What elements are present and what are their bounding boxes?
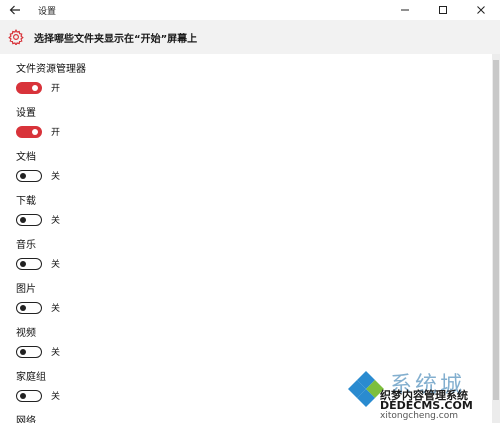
item-label: 设置 <box>16 108 36 119</box>
list-item: 图片 关 <box>16 283 60 314</box>
item-label: 视频 <box>16 328 36 339</box>
watermark: 系统城 织梦内容管理系统 DEDECMS.COM xitongcheng.com <box>340 363 500 423</box>
item-label: 图片 <box>16 284 36 295</box>
gear-icon <box>8 29 24 45</box>
item-label: 家庭组 <box>16 372 46 383</box>
toggle-switch[interactable] <box>16 169 42 182</box>
toggle-switch[interactable] <box>16 301 42 314</box>
toggle-switch[interactable] <box>16 345 42 358</box>
maximize-icon <box>439 6 447 14</box>
watermark-text: xitongcheng.com <box>380 411 458 421</box>
toggle-switch[interactable] <box>16 389 42 402</box>
toggle-switch[interactable] <box>16 81 42 94</box>
item-label: 下载 <box>16 196 36 207</box>
list-item: 文档 关 <box>16 151 60 182</box>
back-arrow-icon <box>9 5 20 15</box>
toggle-state: 关 <box>51 392 61 402</box>
maximize-button[interactable] <box>424 0 462 20</box>
list-item: 网络 <box>16 415 36 423</box>
close-icon <box>477 6 485 14</box>
back-button[interactable] <box>0 0 30 20</box>
minimize-button[interactable] <box>386 0 424 20</box>
page-title: 选择哪些文件夹显示在“开始”屏幕上 <box>34 33 198 45</box>
toggle-state: 关 <box>51 348 61 358</box>
list-item: 文件资源管理器 开 <box>16 63 86 94</box>
title-bar: 设置 <box>0 0 500 20</box>
list-item: 设置 开 <box>16 107 60 138</box>
item-label: 文件资源管理器 <box>16 64 86 75</box>
item-label: 音乐 <box>16 240 36 251</box>
minimize-icon <box>401 9 409 11</box>
toggle-state: 关 <box>51 216 61 226</box>
toggle-state: 开 <box>51 84 61 94</box>
item-label: 文档 <box>16 152 36 163</box>
toggle-switch[interactable] <box>16 125 42 138</box>
page-header: 选择哪些文件夹显示在“开始”屏幕上 <box>0 20 500 54</box>
toggle-switch[interactable] <box>16 257 42 270</box>
toggle-state: 关 <box>51 172 61 182</box>
item-label: 网络 <box>16 416 36 423</box>
window-controls <box>386 0 500 20</box>
list-item: 下载 关 <box>16 195 60 226</box>
list-item: 视频 关 <box>16 327 60 358</box>
toggle-state: 开 <box>51 128 61 138</box>
scrollbar-thumb[interactable] <box>493 60 499 400</box>
toggle-state: 关 <box>51 304 61 314</box>
window-title: 设置 <box>38 6 57 17</box>
toggle-switch[interactable] <box>16 213 42 226</box>
close-button[interactable] <box>462 0 500 20</box>
list-item: 音乐 关 <box>16 239 60 270</box>
toggle-state: 关 <box>51 260 61 270</box>
list-item: 家庭组 关 <box>16 371 60 402</box>
